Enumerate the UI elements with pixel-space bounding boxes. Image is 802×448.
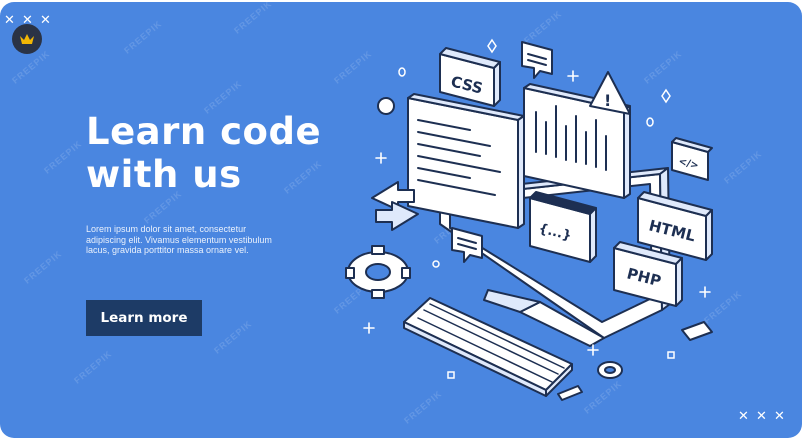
hero-banner: FREEPIK FREEPIK FREEPIK FREEPIK FREEPIK … [0, 2, 802, 438]
close-icon[interactable]: ✕ [774, 410, 785, 423]
coding-illustration: CSS HTML PHP {...} </> ! [345, 38, 713, 401]
warning-label: ! [604, 91, 611, 110]
page: FREEPIK FREEPIK FREEPIK FREEPIK FREEPIK … [0, 0, 802, 448]
crown-icon[interactable] [12, 24, 42, 54]
gear-icon [345, 245, 411, 299]
close-icon[interactable]: ✕ [40, 14, 51, 27]
close-icon[interactable]: ✕ [738, 410, 749, 423]
close-icon[interactable]: ✕ [4, 14, 15, 27]
close-icon[interactable]: ✕ [756, 410, 767, 423]
code-window [407, 93, 525, 229]
